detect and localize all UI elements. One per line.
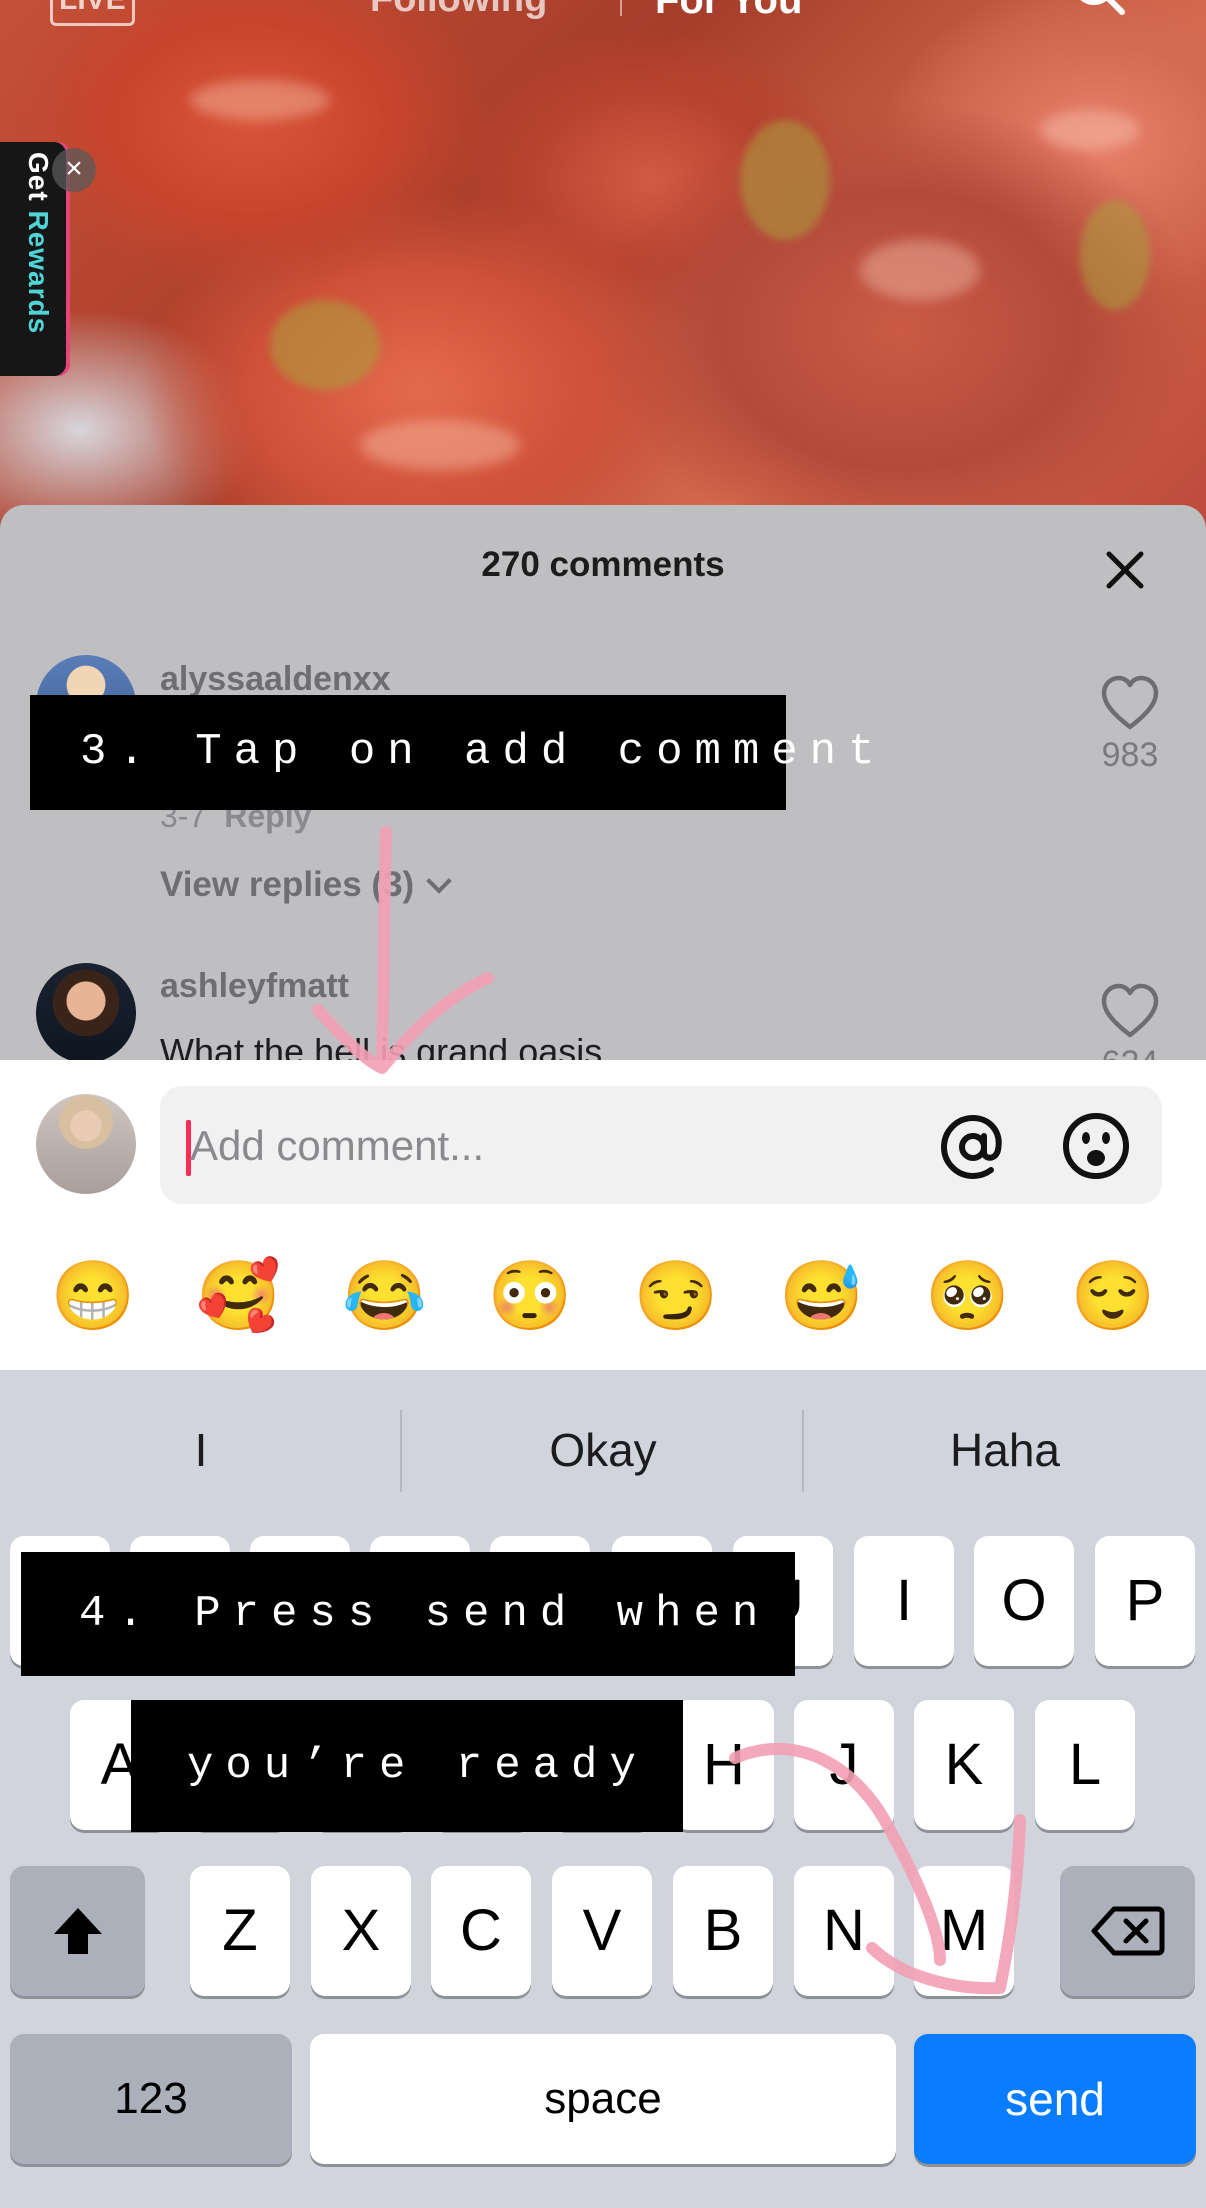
comment-input[interactable]: Add comment...	[160, 1086, 1162, 1204]
space-key[interactable]: space	[310, 2034, 896, 2164]
comments-count-title: 270 comments	[481, 545, 725, 584]
rewards-close-button[interactable]: ×	[52, 148, 96, 192]
like-button[interactable]: 624	[1090, 983, 1170, 1060]
like-button[interactable]: 983	[1090, 675, 1170, 775]
tab-following[interactable]: Following	[370, 0, 547, 21]
quick-emoji-button[interactable]: 😏	[626, 1246, 726, 1346]
emoji-icon[interactable]	[1060, 1110, 1132, 1182]
quick-emoji-button[interactable]: 😌	[1063, 1246, 1163, 1346]
chevron-down-icon	[426, 868, 452, 894]
tab-for-you[interactable]: For You	[655, 0, 802, 23]
suggestion-3[interactable]: Haha	[804, 1370, 1206, 1530]
view-replies-label: View replies (3)	[160, 865, 415, 904]
key-z[interactable]: Z	[190, 1866, 290, 1996]
suggestion-2[interactable]: Okay	[402, 1370, 804, 1530]
key-m[interactable]: M	[914, 1866, 1014, 1996]
key-j[interactable]: J	[794, 1700, 894, 1830]
close-icon[interactable]	[1100, 545, 1150, 595]
comment-placeholder: Add comment...	[190, 1122, 485, 1169]
get-text: Get	[23, 152, 54, 202]
mention-icon[interactable]	[938, 1112, 1008, 1182]
heart-icon	[1101, 983, 1159, 1038]
like-count: 624	[1090, 1044, 1170, 1060]
heart-icon	[1101, 675, 1159, 730]
quick-emoji-row: 😁 🥰 😂 😳 😏 😅 🥺 😌	[0, 1246, 1206, 1346]
avatar	[36, 1094, 136, 1194]
view-replies-button[interactable]: View replies (3)	[160, 865, 452, 905]
key-o[interactable]: O	[974, 1536, 1074, 1666]
send-button[interactable]: send	[914, 2034, 1196, 2164]
key-x[interactable]: X	[311, 1866, 411, 1996]
quick-emoji-button[interactable]: 🥺	[917, 1246, 1017, 1346]
live-button[interactable]: LIVE	[50, 0, 135, 26]
suggestion-1[interactable]: I	[0, 1370, 402, 1530]
tab-divider	[620, 0, 622, 16]
shift-key[interactable]	[10, 1866, 145, 1996]
video-background[interactable]: LIVE Following For You Get Rewards ×	[0, 0, 1206, 560]
quick-emoji-button[interactable]: 😅	[772, 1246, 872, 1346]
tutorial-step-3-banner: 3. Tap on add comment	[30, 695, 875, 810]
key-i[interactable]: I	[854, 1536, 954, 1666]
backspace-icon	[1091, 1906, 1164, 1956]
key-k[interactable]: K	[914, 1700, 1014, 1830]
avatar[interactable]	[36, 963, 136, 1060]
key-c[interactable]: C	[431, 1866, 531, 1996]
key-b[interactable]: B	[673, 1866, 773, 1996]
comment-username[interactable]: ashleyfmatt	[160, 967, 349, 1006]
key-l[interactable]: L	[1035, 1700, 1135, 1830]
backspace-key[interactable]	[1060, 1866, 1195, 1996]
quick-emoji-button[interactable]: 🥰	[189, 1246, 289, 1346]
comment-composer: Add comment... 😁 🥰 😂 😳 😏 😅 🥺 😌	[0, 1060, 1206, 1370]
quick-emoji-button[interactable]: 😂	[334, 1246, 434, 1346]
comment-text: What the hell is grand oasis	[160, 1031, 603, 1060]
rewards-text: Rewards	[23, 210, 54, 335]
key-v[interactable]: V	[552, 1866, 652, 1996]
shift-icon	[53, 1908, 102, 1954]
tutorial-step-4-banner-line2: you’re ready	[131, 1700, 683, 1832]
tutorial-step-4-banner: 4. Press send when	[21, 1552, 795, 1676]
key-h[interactable]: H	[674, 1700, 774, 1830]
quick-emoji-button[interactable]: 😳	[480, 1246, 580, 1346]
search-icon[interactable]	[1070, 0, 1126, 16]
quick-emoji-button[interactable]: 😁	[43, 1246, 143, 1346]
numbers-key[interactable]: 123	[10, 2034, 292, 2164]
top-navigation: LIVE Following For You	[0, 0, 1206, 34]
get-rewards-label: Get Rewards	[10, 152, 54, 366]
comment-username[interactable]: alyssaaldenxx	[160, 660, 391, 699]
key-n[interactable]: N	[794, 1866, 894, 1996]
like-count: 983	[1101, 736, 1159, 774]
key-p[interactable]: P	[1095, 1536, 1195, 1666]
